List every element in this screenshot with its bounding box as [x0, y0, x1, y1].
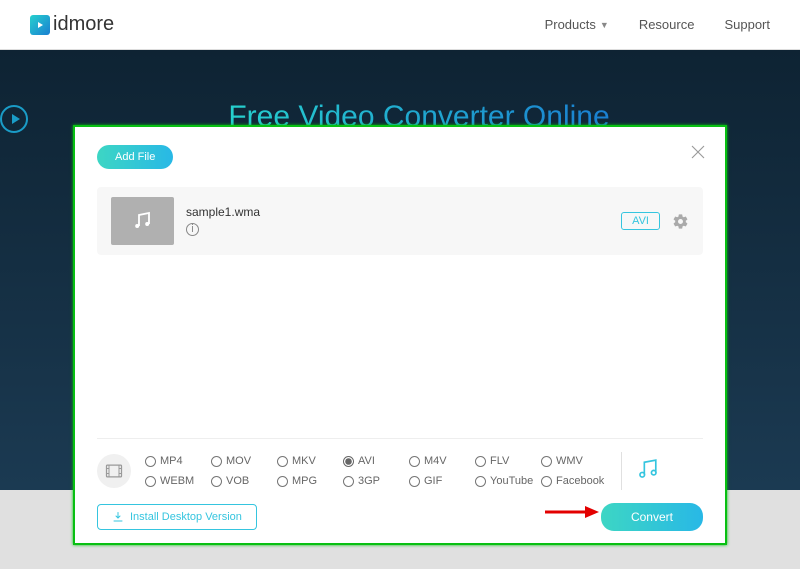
- format-radio[interactable]: [211, 456, 222, 467]
- formats-section: MP4 MOV MKV AVI M4V FLV WMV WEBM VOB MPG 3GP GIF You…: [97, 438, 703, 491]
- filmstrip-icon: [104, 461, 124, 481]
- format-option-3gp[interactable]: 3GP: [343, 471, 409, 491]
- format-label: M4V: [424, 455, 447, 467]
- format-radio[interactable]: [475, 476, 486, 487]
- format-label: WMV: [556, 455, 583, 467]
- format-option-mp4[interactable]: MP4: [145, 451, 211, 471]
- video-category-button[interactable]: [97, 454, 131, 488]
- nav-resource[interactable]: Resource: [639, 17, 695, 32]
- format-option-mkv[interactable]: MKV: [277, 451, 343, 471]
- file-thumbnail: [111, 197, 174, 245]
- info-icon[interactable]: i: [186, 223, 199, 236]
- add-file-button[interactable]: Add File: [97, 145, 173, 169]
- format-option-mov[interactable]: MOV: [211, 451, 277, 471]
- site-header: idmore Products ▼ Resource Support: [0, 0, 800, 50]
- audio-category-button[interactable]: [636, 456, 661, 486]
- format-label: WEBM: [160, 475, 194, 487]
- format-label: Facebook: [556, 475, 604, 487]
- site-logo[interactable]: idmore: [30, 13, 114, 36]
- format-option-wmv[interactable]: WMV: [541, 451, 607, 471]
- format-option-m4v[interactable]: M4V: [409, 451, 475, 471]
- format-radio[interactable]: [277, 456, 288, 467]
- format-radio[interactable]: [343, 476, 354, 487]
- format-label: GIF: [424, 475, 442, 487]
- convert-button[interactable]: Convert: [601, 503, 703, 531]
- format-radio[interactable]: [145, 456, 156, 467]
- format-label: VOB: [226, 475, 249, 487]
- vertical-divider: [621, 452, 622, 490]
- format-radio[interactable]: [409, 456, 420, 467]
- page-wrapper: idmore Products ▼ Resource Support Free …: [0, 0, 800, 569]
- nav-resource-label: Resource: [639, 17, 695, 32]
- play-circle-icon: [0, 105, 28, 133]
- main-nav: Products ▼ Resource Support: [545, 17, 770, 32]
- format-radio[interactable]: [211, 476, 222, 487]
- music-icon: [636, 456, 661, 481]
- format-label: AVI: [358, 455, 375, 467]
- format-option-facebook[interactable]: Facebook: [541, 471, 607, 491]
- output-format-badge[interactable]: AVI: [621, 212, 660, 230]
- modal-footer: Install Desktop Version Convert: [97, 503, 703, 531]
- format-label: MPG: [292, 475, 317, 487]
- format-option-mpg[interactable]: MPG: [277, 471, 343, 491]
- format-radio[interactable]: [541, 456, 552, 467]
- format-label: MP4: [160, 455, 183, 467]
- modal-header: Add File: [75, 127, 725, 177]
- music-note-icon: [131, 209, 155, 233]
- format-option-youtube[interactable]: YouTube: [475, 471, 541, 491]
- nav-support-label: Support: [724, 17, 770, 32]
- nav-support[interactable]: Support: [724, 17, 770, 32]
- converter-modal: Add File sample1.wma i AVI: [73, 125, 727, 545]
- format-radio[interactable]: [541, 476, 552, 487]
- format-radio[interactable]: [409, 476, 420, 487]
- arrow-right-icon: [543, 504, 599, 520]
- chevron-down-icon: ▼: [600, 20, 609, 30]
- download-icon: [112, 511, 124, 523]
- format-label: YouTube: [490, 475, 533, 487]
- settings-button[interactable]: [672, 213, 689, 230]
- format-label: MKV: [292, 455, 316, 467]
- vidmore-logo-icon: [30, 15, 50, 35]
- format-radio[interactable]: [343, 456, 354, 467]
- format-label: 3GP: [358, 475, 380, 487]
- format-option-flv[interactable]: FLV: [475, 451, 541, 471]
- nav-products[interactable]: Products ▼: [545, 17, 609, 32]
- format-radio[interactable]: [145, 476, 156, 487]
- install-desktop-label: Install Desktop Version: [130, 511, 242, 523]
- format-option-gif[interactable]: GIF: [409, 471, 475, 491]
- annotation-arrow: [543, 504, 599, 525]
- format-radio[interactable]: [277, 476, 288, 487]
- close-button[interactable]: [689, 143, 707, 161]
- format-option-webm[interactable]: WEBM: [145, 471, 211, 491]
- close-icon: [689, 143, 707, 161]
- file-name: sample1.wma: [186, 205, 260, 219]
- logo-text: idmore: [53, 13, 114, 36]
- format-option-vob[interactable]: VOB: [211, 471, 277, 491]
- format-option-avi[interactable]: AVI: [343, 451, 409, 471]
- install-desktop-button[interactable]: Install Desktop Version: [97, 504, 257, 530]
- file-details: sample1.wma i: [186, 205, 260, 238]
- file-row: sample1.wma i AVI: [97, 187, 703, 255]
- format-radio[interactable]: [475, 456, 486, 467]
- format-label: FLV: [490, 455, 509, 467]
- gear-icon: [672, 213, 689, 230]
- format-label: MOV: [226, 455, 251, 467]
- format-grid: MP4 MOV MKV AVI M4V FLV WMV WEBM VOB MPG 3GP GIF You…: [145, 451, 607, 491]
- nav-products-label: Products: [545, 17, 596, 32]
